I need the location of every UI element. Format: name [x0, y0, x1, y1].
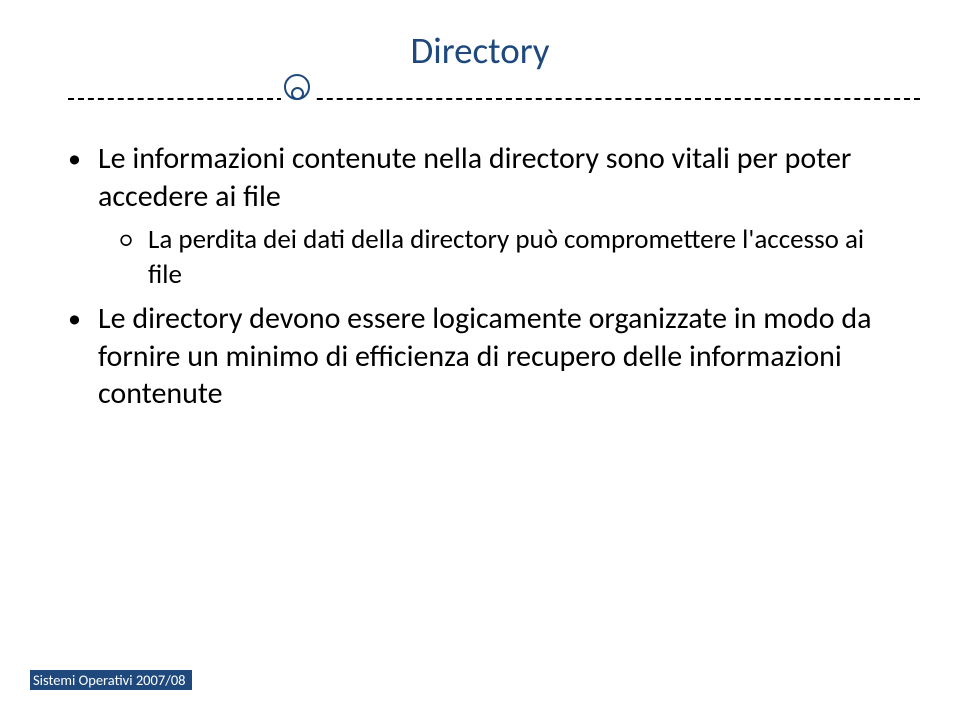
slide-title: Directory: [0, 28, 960, 73]
list-item: ○ La perdita dei dati della directory pu…: [120, 223, 900, 292]
decorative-orb: [281, 74, 313, 106]
list-item: • Le informazioni contenute nella direct…: [68, 140, 900, 215]
bullet-marker: •: [68, 300, 98, 413]
bullet-text: Le directory devono essere logicamente o…: [98, 300, 900, 413]
bullet-marker: ○: [120, 223, 148, 292]
bullet-text: La perdita dei dati della directory può …: [148, 223, 900, 292]
list-item: • Le directory devono essere logicamente…: [68, 300, 900, 413]
bullet-marker: •: [68, 140, 98, 215]
slide-content: • Le informazioni contenute nella direct…: [68, 140, 900, 421]
divider-line: [68, 98, 920, 100]
footer-text: Sistemi Operativi 2007/08: [30, 670, 192, 690]
bullet-text: Le informazioni contenute nella director…: [98, 140, 900, 215]
